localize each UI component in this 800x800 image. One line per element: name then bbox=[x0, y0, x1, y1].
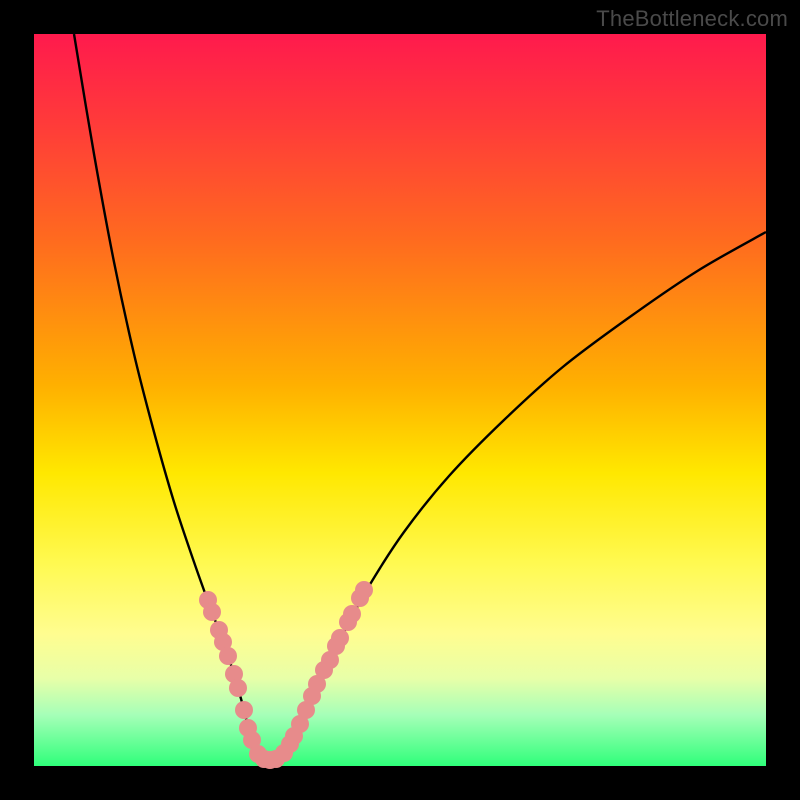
watermark-text: TheBottleneck.com bbox=[596, 6, 788, 32]
data-dot bbox=[203, 603, 221, 621]
series-right-curve bbox=[274, 232, 766, 759]
data-dot bbox=[343, 605, 361, 623]
data-dot bbox=[355, 581, 373, 599]
data-dot bbox=[229, 679, 247, 697]
data-dot bbox=[219, 647, 237, 665]
data-dot bbox=[331, 629, 349, 647]
plot-area bbox=[34, 34, 766, 766]
chart-frame: TheBottleneck.com bbox=[0, 0, 800, 800]
curve-overlay bbox=[34, 34, 766, 766]
series-left-curve bbox=[74, 34, 264, 759]
data-dot bbox=[235, 701, 253, 719]
